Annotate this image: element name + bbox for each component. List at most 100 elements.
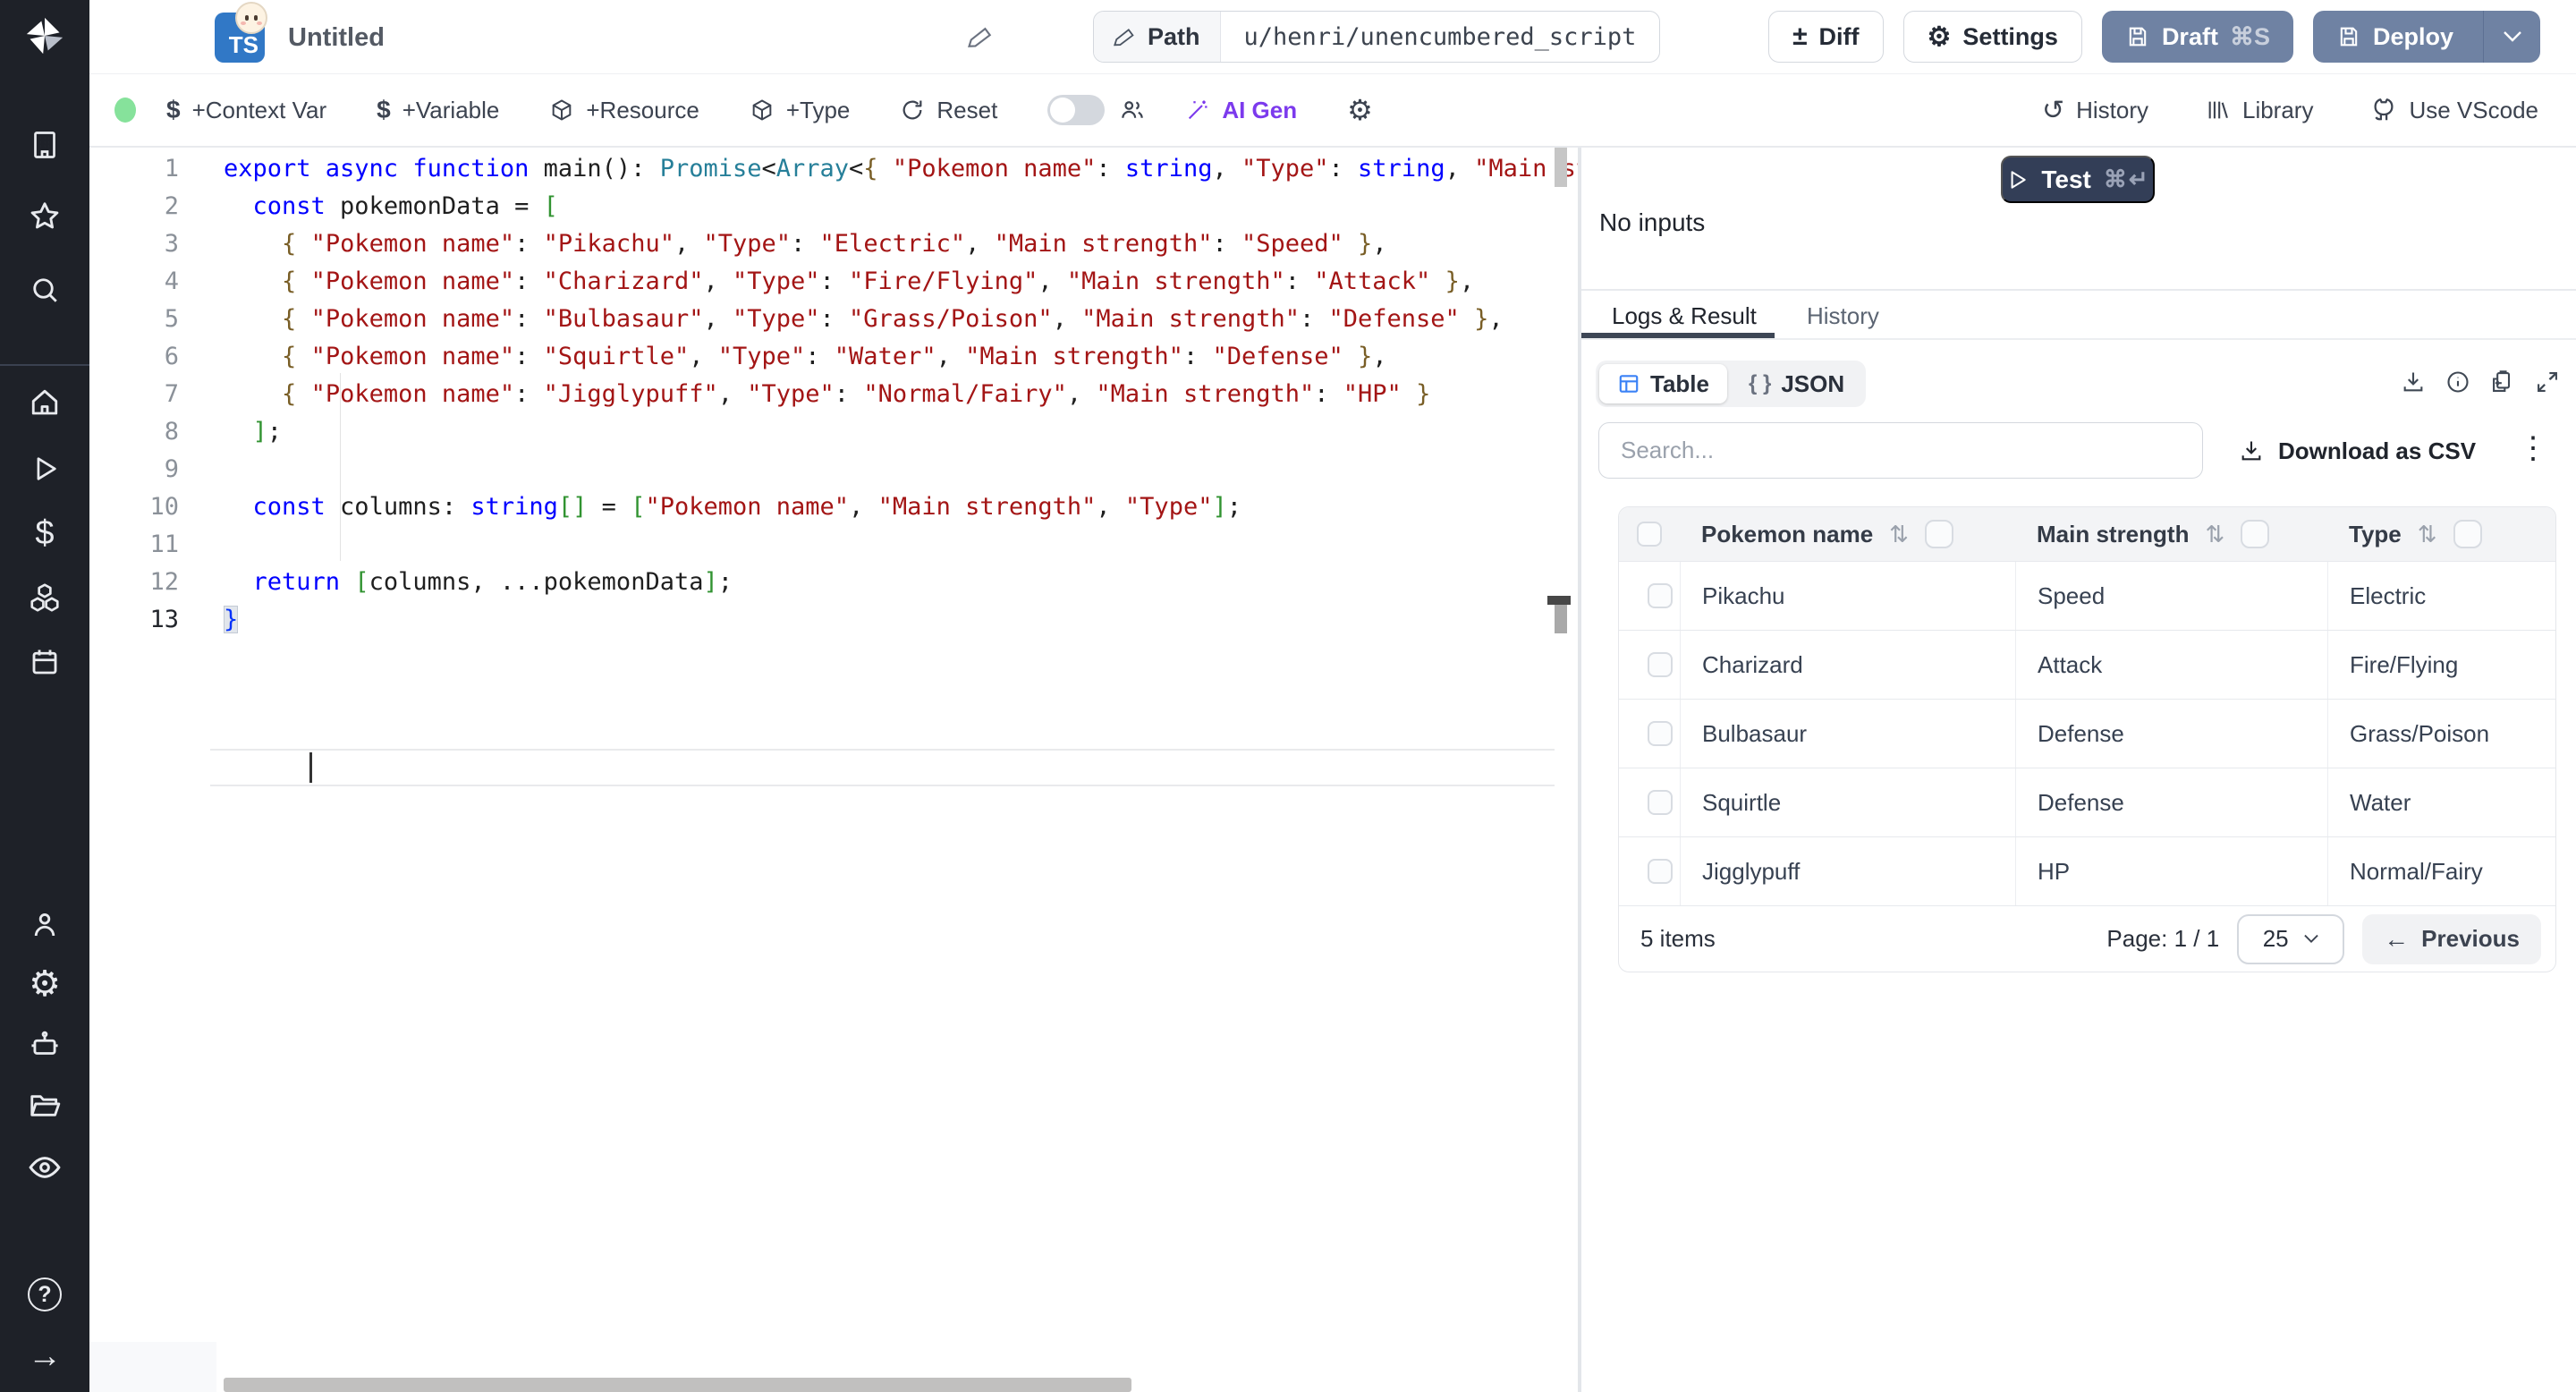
row-checkbox[interactable]	[1648, 790, 1673, 815]
table-body: Pikachu Speed Electric Charizard Attack Fire/…	[1619, 561, 2555, 905]
sort-icon[interactable]: ⇅	[1889, 521, 1909, 548]
add-context-var-button[interactable]: $ +Context Var	[166, 96, 326, 124]
row-checkbox[interactable]	[1648, 859, 1673, 884]
sort-icon[interactable]: ⇅	[2418, 521, 2437, 548]
line-number: 5	[164, 305, 179, 333]
download-icon[interactable]	[2401, 369, 2426, 395]
user-icon[interactable]	[25, 905, 64, 945]
audit-eye-icon[interactable]	[25, 1148, 64, 1187]
editor-settings-gear-icon[interactable]: ⚙	[1347, 93, 1373, 127]
deploy-dropdown-chevron-icon[interactable]	[2483, 11, 2540, 63]
gear-icon: ⚙	[1927, 21, 1952, 52]
expand-sidebar-arrow-icon[interactable]: →	[25, 1337, 64, 1376]
edit-title-pencil-icon[interactable]	[968, 23, 995, 50]
tab-logs-result[interactable]: Logs & Result	[1612, 302, 1757, 330]
select-all-checkbox[interactable]	[1637, 522, 1662, 547]
horizontal-scrollbar[interactable]	[224, 1378, 1131, 1392]
table-row: Squirtle Defense Water	[1619, 768, 2555, 836]
view-table-pill[interactable]: Table	[1599, 364, 1727, 403]
search-icon[interactable]	[25, 270, 64, 310]
deploy-button[interactable]: Deploy	[2312, 11, 2540, 63]
code-line[interactable]: ];	[224, 413, 283, 451]
code-line[interactable]: export async function main(): Promise<Ar…	[224, 150, 1578, 188]
settings-gear-icon[interactable]: ⚙	[25, 964, 64, 1004]
vertical-scrollbar[interactable]	[1555, 148, 1567, 187]
history-button[interactable]: ↺ History	[2042, 95, 2148, 126]
line-number: 2	[164, 192, 179, 220]
row-checkbox[interactable]	[1648, 652, 1673, 677]
row-checkbox[interactable]	[1648, 583, 1673, 608]
code-line[interactable]: { "Pokemon name": "Pikachu", "Type": "El…	[224, 225, 1387, 263]
collaborators-icon[interactable]	[1119, 97, 1146, 123]
code-line[interactable]: return [columns, ...pokemonData];	[224, 564, 733, 601]
favorites-star-icon[interactable]	[25, 197, 64, 236]
test-button[interactable]: Test ⌘↵	[2001, 156, 2155, 203]
table-cell: Jigglypuff	[1680, 837, 2015, 905]
variables-dollar-icon[interactable]: $	[25, 514, 64, 553]
code-line[interactable]: { "Pokemon name": "Squirtle", "Type": "W…	[224, 338, 1387, 376]
result-actions	[2401, 369, 2560, 395]
workspace-icon[interactable]	[25, 125, 64, 165]
table-cell: Electric	[2327, 562, 2555, 630]
folders-icon[interactable]	[25, 1086, 64, 1125]
refresh-icon	[902, 100, 922, 120]
sort-icon[interactable]: ⇅	[2205, 521, 2224, 548]
editor-toolbar: $ +Context Var $ +Variable +Resource +Ty…	[89, 74, 2576, 148]
help-icon[interactable]: ?	[25, 1275, 64, 1314]
table-cell: Pikachu	[1680, 562, 2015, 630]
info-icon[interactable]	[2445, 369, 2470, 395]
magic-wand-icon	[1189, 100, 1208, 120]
code-line[interactable]: const columns: string[] = ["Pokemon name…	[224, 488, 1241, 526]
expand-icon[interactable]	[2535, 369, 2560, 395]
code-line[interactable]: { "Pokemon name": "Charizard", "Type": "…	[224, 263, 1474, 301]
column-toggle-pill[interactable]	[1924, 520, 1953, 548]
workers-robot-icon[interactable]	[25, 1025, 64, 1065]
home-icon[interactable]	[25, 383, 64, 422]
line-number: 7	[164, 380, 179, 408]
library-button[interactable]: Library	[2206, 97, 2313, 124]
table-cell: Normal/Fairy	[2327, 837, 2555, 905]
package-icon	[553, 99, 572, 121]
code-line[interactable]: { "Pokemon name": "Jigglypuff", "Type": …	[224, 376, 1430, 413]
line-number: 4	[164, 267, 179, 295]
overview-ruler-line-mark	[1555, 605, 1567, 633]
add-resource-button[interactable]: +Resource	[549, 97, 699, 124]
row-checkbox[interactable]	[1648, 721, 1673, 746]
view-json-pill[interactable]: { } JSON	[1731, 364, 1862, 403]
draft-shortcut: ⌘S	[2229, 22, 2270, 50]
download-csv-button[interactable]: Download as CSV	[2239, 429, 2476, 472]
resources-cubes-icon[interactable]	[25, 578, 64, 617]
code-editor[interactable]: 1 2 3 4 5 6 7 8 9 10 11 12 13 export async function …	[89, 148, 1578, 1392]
table-cell: Grass/Poison	[2327, 700, 2555, 768]
diff-button[interactable]: ± Diff	[1768, 11, 1884, 63]
table-row: Jigglypuff HP Normal/Fairy	[1619, 836, 2555, 905]
add-type-button[interactable]: +Type	[750, 97, 850, 124]
table-cell: Speed	[2015, 562, 2327, 630]
tab-history[interactable]: History	[1807, 302, 1879, 330]
copy-clipboard-icon[interactable]	[2490, 369, 2515, 395]
settings-button[interactable]: ⚙ Settings	[1902, 11, 2082, 63]
add-variable-button[interactable]: $ +Variable	[377, 96, 499, 124]
more-options-kebab-icon[interactable]: ⋮	[2518, 430, 2548, 466]
page-size-select[interactable]: 25	[2237, 913, 2345, 964]
column-toggle-pill[interactable]	[2241, 520, 2270, 548]
windmill-logo-icon[interactable]	[25, 16, 64, 55]
ai-gen-button[interactable]: AI Gen	[1185, 97, 1297, 124]
path-button[interactable]: Path u/henri/unencumbered_script	[1093, 11, 1661, 63]
result-table: Pokemon name ⇅ Main strength ⇅ Type ⇅ Pikachu…	[1618, 506, 2556, 972]
table-cell: Water	[2327, 768, 2555, 836]
schedules-calendar-icon[interactable]	[25, 642, 64, 682]
preview-panel: Test ⌘↵ No inputs Logs & Result History …	[1581, 148, 2576, 1392]
draft-button[interactable]: Draft ⌘S	[2101, 11, 2293, 63]
search-input[interactable]	[1598, 422, 2203, 479]
code-line[interactable]: }	[224, 601, 239, 639]
multiplayer-toggle[interactable]	[1047, 95, 1106, 125]
column-toggle-pill[interactable]	[2453, 520, 2482, 548]
use-vscode-button[interactable]: Use VScode	[2370, 97, 2538, 124]
previous-page-button[interactable]: ← Previous	[2362, 913, 2541, 964]
download-icon	[2241, 441, 2261, 461]
code-line[interactable]: const pokemonData = [	[224, 188, 558, 225]
reset-button[interactable]: Reset	[900, 97, 997, 124]
code-line[interactable]: { "Pokemon name": "Bulbasaur", "Type": "…	[224, 301, 1504, 338]
runs-play-icon[interactable]	[25, 449, 64, 488]
